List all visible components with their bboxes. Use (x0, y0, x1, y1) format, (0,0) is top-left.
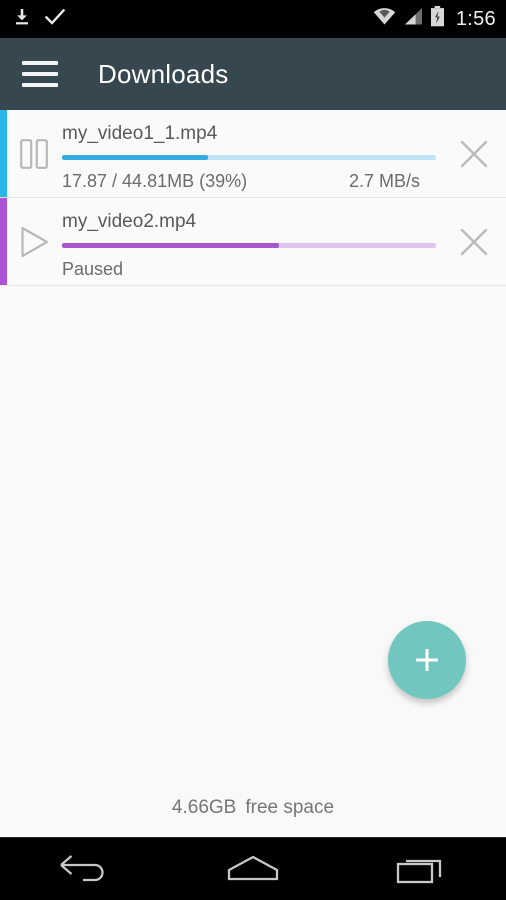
downloads-list: my_video1_1.mp4 17.87 / 44.81MB (39%) 2.… (0, 110, 506, 286)
status-bar-clock: 1:56 (455, 8, 496, 30)
free-space-status: 4.66GB free space (0, 793, 506, 837)
download-progress-fill (62, 242, 279, 248)
hamburger-line (22, 61, 58, 65)
download-progress-bar (62, 154, 436, 160)
download-meta: Paused (62, 260, 436, 278)
status-accent-bar (0, 110, 7, 197)
pause-icon[interactable] (6, 138, 62, 170)
download-progress-bar (62, 242, 436, 248)
hamburger-line (22, 72, 58, 76)
download-icon (12, 7, 32, 32)
app-bar: Downloads (0, 38, 506, 110)
cellular-signal-icon (403, 7, 423, 31)
status-bar-left-icons (12, 7, 66, 32)
download-speed: 2.7 MB/s (348, 170, 420, 191)
download-size-stats: Paused (62, 258, 124, 279)
add-download-button[interactable] (388, 621, 466, 699)
close-icon[interactable] (442, 137, 506, 171)
download-progress-fill (62, 154, 208, 160)
download-item[interactable]: my_video1_1.mp4 17.87 / 44.81MB (39%) 2.… (0, 110, 506, 198)
free-space-label: free space (245, 797, 335, 818)
wifi-icon (373, 7, 396, 31)
android-navigation-bar (0, 837, 506, 900)
download-info: my_video1_1.mp4 17.87 / 44.81MB (39%) 2.… (62, 110, 442, 197)
play-icon[interactable] (6, 225, 62, 259)
download-meta: 17.87 / 44.81MB (39%) 2.7 MB/s (62, 172, 436, 190)
download-item[interactable]: my_video2.mp4 Paused (0, 198, 506, 286)
recents-icon[interactable] (377, 838, 467, 900)
download-size-stats: 17.87 / 44.81MB (39%) (62, 170, 248, 191)
back-arrow-icon[interactable] (39, 838, 129, 900)
check-icon (44, 7, 66, 32)
status-accent-bar (0, 198, 7, 285)
download-info: my_video2.mp4 Paused (62, 198, 442, 285)
free-space-value: 4.66GB (171, 797, 237, 818)
hamburger-line (22, 83, 58, 87)
download-filename: my_video2.mp4 (62, 210, 197, 232)
content-empty-area (0, 286, 506, 793)
close-icon[interactable] (442, 225, 506, 259)
download-filename: my_video1_1.mp4 (62, 122, 218, 144)
page-title: Downloads (98, 58, 229, 89)
battery-charging-icon (430, 6, 445, 32)
status-bar: 1:56 (0, 0, 506, 38)
home-icon[interactable] (208, 838, 298, 900)
plus-icon (416, 649, 438, 671)
status-bar-right-icons: 1:56 (373, 6, 496, 32)
hamburger-menu-icon[interactable] (22, 61, 58, 87)
downloads-app-screen: 1:56 Downloads my_video1_1.mp4 17.87 / 4… (0, 0, 506, 900)
